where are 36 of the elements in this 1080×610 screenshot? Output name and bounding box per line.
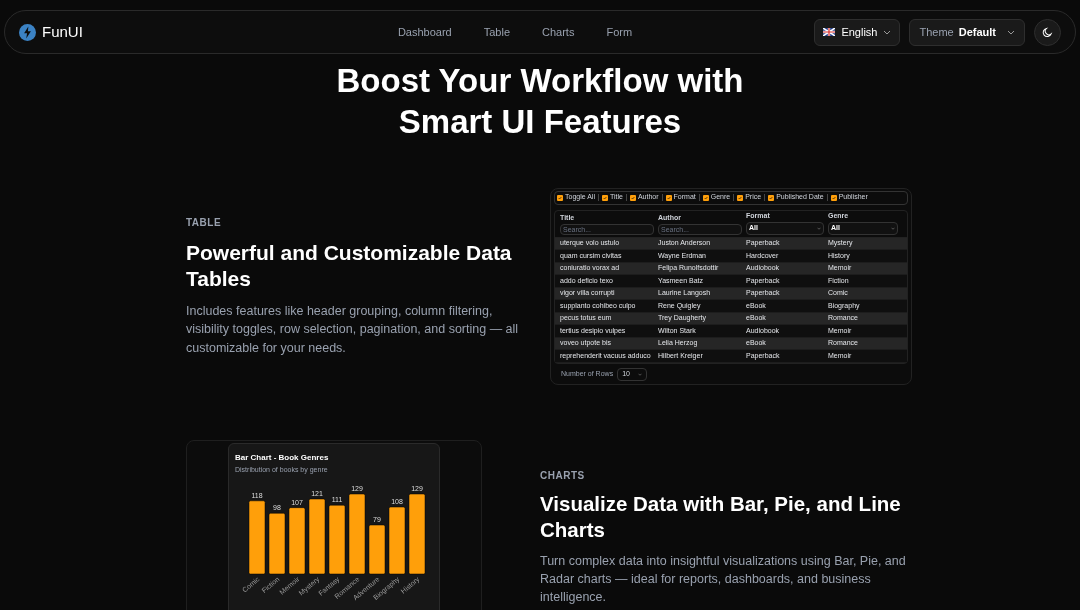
section-description: Turn complex data into insightful visualizations using Bar, Pie, and Radar charts — ideal for reports, dashboards, and business intelligence. bbox=[540, 553, 907, 606]
section-label: CHARTS bbox=[540, 469, 586, 483]
chart-title: Bar Chart - Book Genres bbox=[235, 452, 330, 464]
checkbox[interactable] bbox=[737, 194, 744, 201]
nav-link[interactable]: Form bbox=[606, 23, 633, 41]
theme-dropdown[interactable]: Theme Default bbox=[909, 18, 1025, 46]
checkbox[interactable] bbox=[702, 194, 709, 201]
chevron-down-icon bbox=[883, 29, 892, 35]
language-dropdown[interactable]: English bbox=[814, 18, 901, 46]
section-title: Powerful and Customizable Data Tables bbox=[186, 239, 513, 292]
bar bbox=[388, 506, 406, 574]
chevron-down-icon bbox=[891, 227, 895, 230]
flag-icon bbox=[823, 28, 836, 36]
nav-link[interactable]: Table bbox=[483, 23, 510, 41]
checkbox[interactable] bbox=[768, 194, 775, 201]
moon-icon bbox=[1042, 26, 1053, 38]
checkbox[interactable] bbox=[665, 194, 672, 201]
hero-title: Boost Your Workflow with Smart UI Features bbox=[335, 61, 745, 142]
nav-link[interactable]: Dashboard bbox=[397, 23, 452, 41]
section-label: TABLE bbox=[186, 215, 223, 230]
bar bbox=[328, 504, 346, 574]
lightning-logo-icon bbox=[19, 23, 36, 41]
section-title: Visualize Data with Bar, Pie, and Line Charts bbox=[540, 491, 902, 543]
chevron-down-icon bbox=[817, 227, 821, 230]
brand-name[interactable]: FunUI bbox=[42, 20, 83, 44]
checkbox[interactable] bbox=[601, 194, 608, 201]
dark-mode-toggle[interactable] bbox=[1034, 18, 1061, 46]
bar bbox=[368, 524, 386, 574]
checkbox[interactable] bbox=[830, 194, 837, 201]
bar bbox=[288, 506, 306, 574]
checkbox[interactable] bbox=[557, 194, 563, 201]
nav-link[interactable]: Charts bbox=[542, 23, 575, 41]
section-description: Includes features like header grouping, column filtering, visibility toggles, row selection, pagination, and sorting — all customizable for your needs. bbox=[186, 302, 520, 357]
bar bbox=[268, 512, 286, 574]
checkbox[interactable] bbox=[629, 194, 636, 201]
chevron-down-icon bbox=[1007, 29, 1015, 35]
